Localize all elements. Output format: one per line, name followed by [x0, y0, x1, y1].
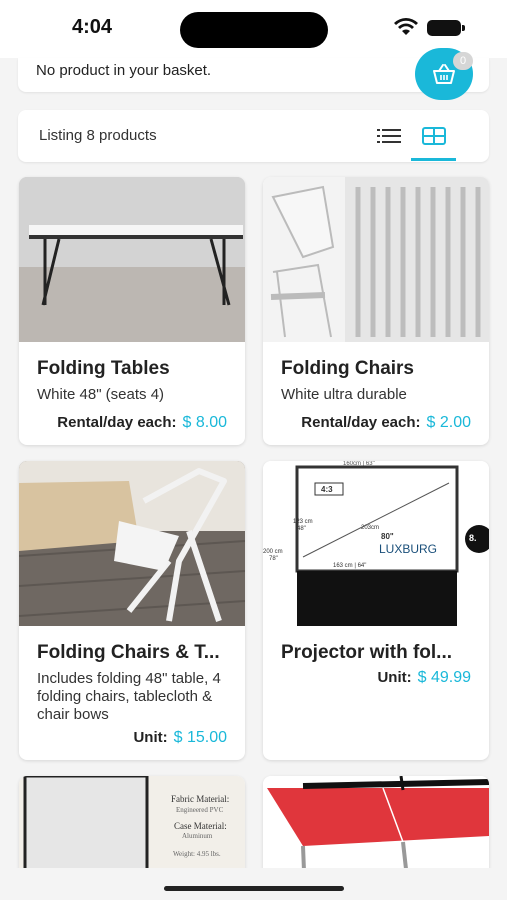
product-price: $ 8.00: [182, 414, 227, 431]
product-image: [19, 177, 245, 342]
active-view-indicator: [411, 158, 456, 161]
price-label: Unit:: [377, 669, 412, 686]
wifi-icon: [394, 18, 418, 35]
home-indicator[interactable]: [164, 886, 344, 891]
basket-count-badge: 0: [453, 52, 473, 70]
screen-inner-label: 123 cm: [293, 519, 313, 525]
battery-icon: [427, 20, 465, 36]
status-time: 4:04: [72, 16, 113, 38]
weight-label: Weight: 4.95 lbs.: [173, 850, 221, 858]
product-price-row: Unit: $ 49.99: [377, 669, 471, 687]
price-label: Rental/day each:: [301, 414, 421, 431]
product-name: Folding Chairs: [281, 358, 414, 379]
product-price: $ 2.00: [426, 414, 471, 431]
product-description: White ultra durable: [281, 386, 407, 403]
product-image: 160cm | 63" 4:3 123 cm 48" 203cm 80" LUX…: [263, 461, 489, 626]
product-price-row: Rental/day each: $ 8.00: [57, 414, 227, 432]
product-image: [19, 461, 245, 626]
case-value: Aluminum: [182, 832, 213, 840]
product-price-row: Rental/day each: $ 2.00: [301, 414, 471, 432]
basket-empty-message: No product in your basket.: [36, 62, 212, 79]
screen-inner-in-label: 48": [297, 526, 306, 532]
product-name: Folding Chairs & T...: [37, 642, 220, 663]
screen-height-in-label: 78": [269, 556, 278, 562]
product-name: Folding Tables: [37, 358, 170, 379]
basket-icon: [433, 64, 455, 84]
svg-text:8.: 8.: [469, 533, 477, 543]
product-description: White 48" (seats 4): [37, 386, 165, 403]
product-name: Projector with fol...: [281, 642, 453, 663]
brand-logo-text: LUXBURG: [379, 542, 437, 556]
fabric-value: Engineered PVC: [176, 806, 224, 814]
product-description: Includes folding 48" table, 4 folding ch…: [37, 670, 221, 723]
listing-header: Listing 8 products: [18, 110, 489, 162]
screen-aspect-label: 4:3: [321, 485, 333, 494]
screen-width-label: 163 cm | 64": [333, 563, 366, 569]
screen-height-cm-label: 200 cm: [263, 549, 283, 555]
product-card[interactable]: Folding Chairs & T... Includes folding 4…: [19, 461, 245, 760]
bottom-safe-area: [0, 868, 507, 900]
product-price: $ 49.99: [417, 669, 471, 686]
grid-view-icon[interactable]: [422, 127, 446, 145]
price-label: Unit:: [133, 729, 168, 746]
product-card[interactable]: Folding Tables White 48" (seats 4) Renta…: [19, 177, 245, 445]
dynamic-island: [180, 12, 328, 48]
product-card[interactable]: Folding Chairs White ultra durable Renta…: [263, 177, 489, 445]
fabric-label: Fabric Material:: [171, 794, 229, 804]
list-view-icon[interactable]: [377, 127, 401, 145]
case-label: Case Material:: [174, 821, 227, 831]
product-price-row: Unit: $ 15.00: [133, 729, 227, 747]
screen-diag-in-label: 80": [381, 532, 394, 541]
listing-summary: Listing 8 products: [39, 127, 157, 144]
product-card[interactable]: 160cm | 63" 4:3 123 cm 48" 203cm 80" LUX…: [263, 461, 489, 760]
product-price: $ 15.00: [173, 729, 227, 746]
screen-diag-label: 203cm: [361, 525, 379, 531]
price-label: Rental/day each:: [57, 414, 177, 431]
product-image: [263, 177, 489, 342]
